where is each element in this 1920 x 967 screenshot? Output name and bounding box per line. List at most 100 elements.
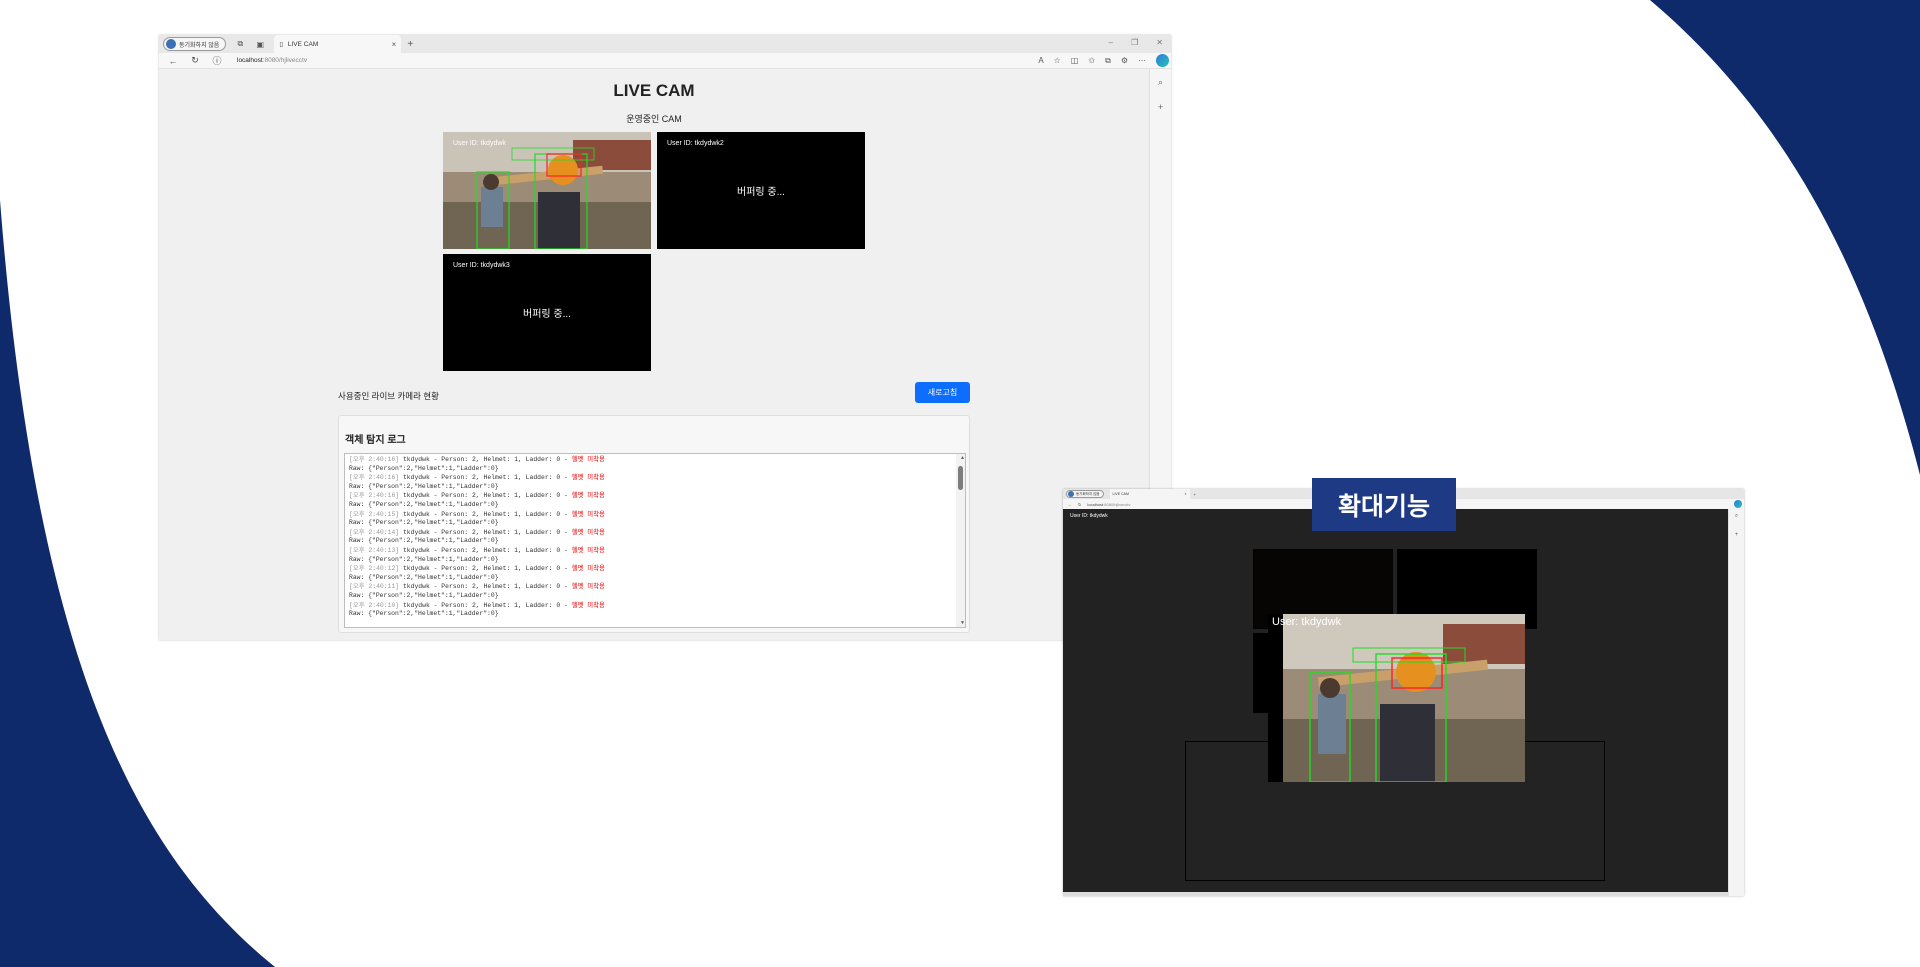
refresh-icon[interactable]: ↻ — [1078, 502, 1081, 507]
log-raw: Raw: {"Person":2,"Helmet":1,"Ladder":0} — [349, 537, 499, 545]
back-icon[interactable]: ← — [1068, 502, 1072, 507]
log-entry: [오후 2:40:16] tkdydwk - Person: 2, Helmet… — [349, 492, 961, 509]
log-raw: Raw: {"Person":2,"Helmet":1,"Ladder":0} — [349, 555, 499, 563]
window-controls: – ❐ ✕ — [1109, 38, 1163, 47]
log-timestamp: [오후 2:40:16] — [349, 456, 400, 463]
log-warning: 헬멧 미착용 — [571, 565, 605, 573]
copilot-icon[interactable] — [1156, 54, 1169, 67]
tab-close-icon[interactable]: × — [1184, 492, 1186, 496]
log-line: [오후 2:40:16] tkdydwk - Person: 2, Helmet… — [349, 456, 961, 465]
search-icon[interactable]: ⌕ — [1158, 77, 1163, 88]
favorite-star-icon[interactable]: ☆ — [1054, 56, 1061, 65]
log-message: tkdydwk - Person: 2, Helmet: 1, Ladder: … — [399, 492, 572, 500]
workspaces-icon[interactable]: ⧉ — [234, 38, 246, 50]
log-line: [오후 2:40:10] tkdydwk - Person: 2, Helmet… — [349, 602, 961, 611]
tab-title: LIVE CAM — [287, 40, 319, 48]
zoom-page: User ID: tkdydwk User: tkdydwk — [1063, 509, 1728, 892]
log-timestamp: [오후 2:40:11] — [349, 583, 400, 591]
log-warning: 헬멧 미착용 — [571, 601, 605, 609]
close-window-icon[interactable]: ✕ — [1156, 38, 1163, 47]
back-icon[interactable]: ← — [167, 56, 179, 66]
page-content: LIVE CAM 운영중인 CAM User ID: tkdydwk User … — [159, 69, 1149, 640]
refresh-button[interactable]: 새로고침 — [915, 382, 970, 403]
slide: 동기화하지 않음 ⧉ ▣ ▯ LIVE CAM × + – ❐ ✕ ← ↻ ⓘ … — [0, 0, 1920, 967]
refresh-icon[interactable]: ↻ — [189, 55, 201, 66]
url-host: localhost — [1087, 501, 1104, 507]
camera-feed-3[interactable]: User ID: tkdydwk3 버퍼링 중... — [443, 254, 651, 371]
info-icon[interactable]: ⓘ — [211, 54, 223, 67]
log-line: [오후 2:40:14] tkdydwk - Person: 2, Helmet… — [349, 529, 961, 538]
log-message: tkdydwk - Person: 2, Helmet: 1, Ladder: … — [399, 583, 572, 591]
log-entry: [오후 2:40:13] tkdydwk - Person: 2, Helmet… — [349, 547, 961, 564]
tab-close-icon[interactable]: × — [392, 40, 397, 49]
log-message: tkdydwk - Person: 2, Helmet: 1, Ladder: … — [399, 528, 572, 536]
tab-live-cam[interactable]: ▯ LIVE CAM × — [274, 35, 402, 53]
profile-button[interactable]: 동기화하지 않음 — [163, 37, 227, 51]
log-warning: 헬멧 미착용 — [571, 583, 605, 591]
log-raw: Raw: {"Person":2,"Helmet":1,"Ladder":0} — [349, 500, 499, 508]
log-warning: 헬멧 미착용 — [571, 546, 605, 554]
split-screen-icon[interactable]: ◫ — [1071, 56, 1079, 65]
log-line: [오후 2:40:15] tkdydwk - Person: 2, Helmet… — [349, 511, 961, 520]
minimize-icon[interactable]: – — [1109, 38, 1113, 47]
camera-user-label: User ID: tkdydwk3 — [453, 262, 510, 269]
log-timestamp: [오후 2:40:12] — [349, 565, 400, 573]
log-entry: [오후 2:40:10] tkdydwk - Person: 2, Helmet… — [349, 602, 961, 619]
log-timestamp: [오후 2:40:10] — [349, 601, 400, 609]
log-entry: [오후 2:40:16] tkdydwk - Person: 2, Helmet… — [349, 474, 961, 491]
page-title: LIVE CAM — [613, 81, 695, 100]
scroll-down-icon[interactable]: ▼ — [961, 620, 964, 626]
favorites-icon[interactable]: ✩ — [1088, 56, 1095, 65]
zoom-feature-badge: 확대기능 — [1312, 478, 1456, 531]
log-message: tkdydwk - Person: 2, Helmet: 1, Ladder: … — [399, 546, 572, 554]
zoom-tab-live-cam[interactable]: LIVE CAM × — [1109, 489, 1190, 499]
log-raw: Raw: {"Person":2,"Helmet":1,"Ladder":0} — [349, 591, 499, 599]
log-message: tkdydwk - Person: 2, Helmet: 1, Ladder: … — [399, 510, 572, 518]
log-raw: Raw: {"Person":2,"Helmet":1,"Ladder":0} — [349, 482, 499, 490]
tab-actions-icon[interactable]: ▣ — [254, 38, 266, 50]
log-timestamp: [오후 2:40:16] — [349, 474, 400, 482]
url-field[interactable]: localhost:8080/hjlivecctv — [1087, 502, 1130, 507]
log-scroll-box[interactable]: [오후 2:40:16] tkdydwk - Person: 2, Helmet… — [344, 453, 966, 628]
new-tab-button[interactable]: + — [407, 39, 413, 50]
new-tab-button[interactable]: + — [1194, 492, 1196, 497]
profile-label: 동기화하지 않음 — [1076, 491, 1100, 496]
camera-feed-image — [443, 132, 651, 249]
zoomed-camera-modal[interactable]: User: tkdydwk — [1268, 614, 1525, 782]
collections-icon[interactable]: ⧉ — [1105, 56, 1111, 66]
page-subtitle: 운영중인 CAM — [626, 114, 682, 124]
log-warning: 헬멧 미착용 — [571, 510, 605, 518]
scrollbar[interactable]: ▲ ▼ — [956, 454, 965, 627]
search-icon[interactable]: ⌕ — [1735, 513, 1738, 520]
scroll-up-icon[interactable]: ▲ — [961, 455, 964, 461]
plus-icon[interactable]: + — [1735, 532, 1739, 538]
zoom-profile-button[interactable]: 동기화하지 않음 — [1066, 490, 1104, 498]
log-warning: 헬멧 미착용 — [571, 474, 605, 482]
zoom-screenshot: 동기화하지 않음 LIVE CAM × + ← ↻ localhost:8080… — [1063, 489, 1744, 896]
plus-icon[interactable]: + — [1158, 102, 1163, 112]
camera-feed-1[interactable]: User ID: tkdydwk — [443, 132, 651, 249]
more-icon[interactable]: ⋯ — [1138, 56, 1146, 65]
log-warning: 헬멧 미착용 — [571, 528, 605, 536]
camera-user-label: User ID: tkdydwk2 — [667, 140, 724, 147]
log-line: [오후 2:40:16] tkdydwk - Person: 2, Helmet… — [349, 474, 961, 483]
camera-feed-2[interactable]: User ID: tkdydwk2 버퍼링 중... — [657, 132, 865, 249]
buffering-text: 버퍼링 중... — [737, 187, 785, 198]
log-timestamp: [오후 2:40:15] — [349, 510, 400, 518]
camera-user-label: User ID: tkdydwk — [453, 140, 506, 147]
log-entry: [오후 2:40:15] tkdydwk - Person: 2, Helmet… — [349, 511, 961, 528]
log-line: [오후 2:40:13] tkdydwk - Person: 2, Helmet… — [349, 547, 961, 556]
toolbar-right: A ☆ ◫ ✩ ⧉ ⚙ ⋯ — [1038, 54, 1169, 67]
restore-icon[interactable]: ❐ — [1131, 38, 1138, 47]
read-aloud-icon[interactable]: A — [1038, 56, 1043, 65]
extensions-icon[interactable]: ⚙ — [1121, 56, 1128, 65]
url-field[interactable]: localhost:8080/hjlivecctv — [237, 57, 307, 64]
copilot-icon[interactable] — [1734, 500, 1742, 508]
profile-label: 동기화하지 않음 — [179, 42, 220, 49]
log-message: tkdydwk - Person: 2, Helmet: 1, Ladder: … — [399, 456, 572, 463]
log-entry: [오후 2:40:16] tkdydwk - Person: 2, Helmet… — [349, 456, 961, 473]
log-message: tkdydwk - Person: 2, Helmet: 1, Ladder: … — [399, 474, 572, 482]
log-message: tkdydwk - Person: 2, Helmet: 1, Ladder: … — [399, 601, 572, 609]
scroll-thumb[interactable] — [958, 466, 963, 490]
log-raw: Raw: {"Person":2,"Helmet":1,"Ladder":0} — [349, 610, 499, 618]
